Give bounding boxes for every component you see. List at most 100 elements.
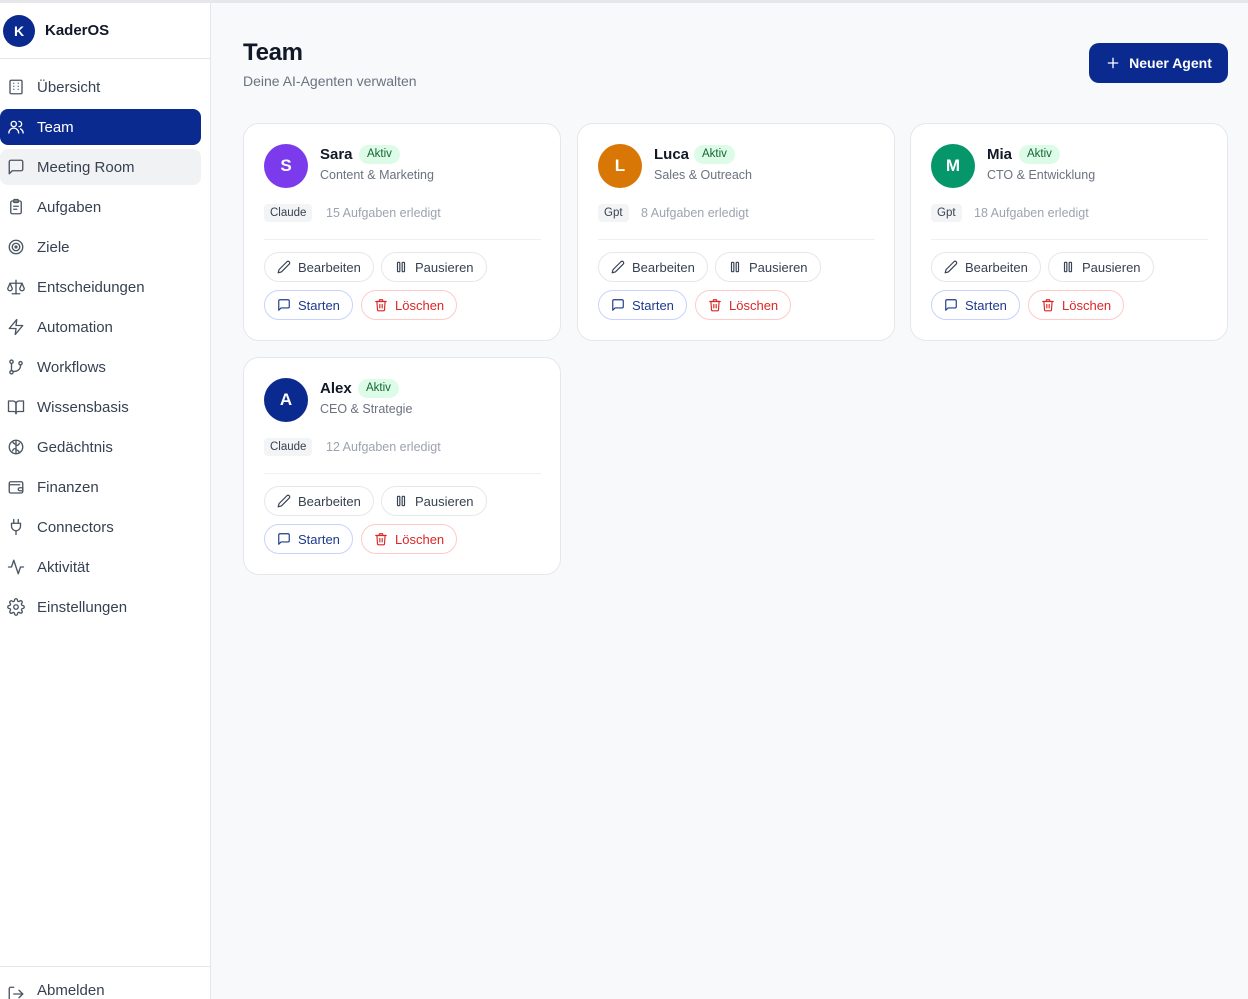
new-agent-button[interactable]: Neuer Agent [1089, 43, 1228, 83]
tasks-completed: 12 Aufgaben erledigt [326, 440, 441, 454]
pause-button[interactable]: Pausieren [715, 252, 821, 282]
pause-button[interactable]: Pausieren [381, 486, 487, 516]
edit-label: Bearbeiten [965, 259, 1028, 275]
sidebar: K KaderOS Übersicht Team Meeting Room Aufga… [0, 3, 211, 999]
pause-button[interactable]: Pausieren [381, 252, 487, 282]
sidebar-item-label: Wissensbasis [37, 398, 129, 416]
sidebar-item-label: Übersicht [37, 78, 101, 96]
sidebar-item-entscheidungen[interactable]: Entscheidungen [0, 269, 201, 305]
message-square-icon [7, 158, 25, 176]
git-branch-icon [7, 358, 25, 376]
sidebar-item-label: Meeting Room [37, 158, 135, 176]
edit-label: Bearbeiten [632, 259, 695, 275]
sidebar-item-team[interactable]: Team [0, 109, 201, 145]
new-agent-label: Neuer Agent [1129, 55, 1212, 71]
sidebar-item-einstellungen[interactable]: Einstellungen [0, 589, 201, 625]
message-square-icon [277, 532, 291, 546]
pause-label: Pausieren [749, 259, 808, 275]
delete-label: Löschen [395, 297, 445, 313]
pause-label: Pausieren [415, 493, 474, 509]
agent-card: A Alex Aktiv CEO & Strategie Claude 12 Aufgab… [243, 357, 561, 575]
agent-role: Sales & Outreach [654, 168, 752, 182]
model-badge: Claude [264, 204, 313, 222]
message-square-icon [611, 298, 625, 312]
sidebar-item-label: Aufgaben [37, 198, 102, 216]
brand[interactable]: K KaderOS [0, 3, 210, 59]
trash-icon [1041, 298, 1055, 312]
gear-icon [7, 598, 25, 616]
agent-card: M Mia Aktiv CTO & Entwicklung Gpt 18 Aufgaben… [910, 123, 1228, 341]
delete-button[interactable]: Löschen [1028, 290, 1125, 320]
start-button[interactable]: Starten [264, 290, 353, 320]
pause-button[interactable]: Pausieren [1048, 252, 1154, 282]
sidebar-item-wissensbasis[interactable]: Wissensbasis [0, 389, 201, 425]
trash-icon [374, 532, 388, 546]
card-divider [931, 239, 1208, 240]
users-icon [7, 118, 25, 136]
sidebar-item-aufgaben[interactable]: Aufgaben [0, 189, 201, 225]
pause-label: Pausieren [415, 259, 474, 275]
sidebar-item-finanzen[interactable]: Finanzen [0, 469, 201, 505]
pause-icon [728, 260, 742, 274]
edit-button[interactable]: Bearbeiten [264, 252, 374, 282]
agent-avatar: M [931, 144, 975, 188]
edit-button[interactable]: Bearbeiten [598, 252, 708, 282]
card-divider [598, 239, 875, 240]
delete-label: Löschen [729, 297, 779, 313]
agent-avatar: A [264, 378, 308, 422]
pencil-icon [611, 260, 625, 274]
model-badge: Gpt [931, 204, 962, 222]
delete-label: Löschen [395, 531, 445, 547]
agent-name: Sara [320, 146, 353, 163]
start-button[interactable]: Starten [264, 524, 353, 554]
building-icon [7, 78, 25, 96]
sidebar-item-label: Team [37, 118, 74, 136]
sidebar-item-aktivität[interactable]: Aktivität [0, 549, 201, 585]
zap-icon [7, 318, 25, 336]
sidebar-item-automation[interactable]: Automation [0, 309, 201, 345]
message-square-icon [944, 298, 958, 312]
model-badge: Claude [264, 438, 313, 456]
page-title: Team [243, 39, 303, 66]
pencil-icon [944, 260, 958, 274]
sidebar-item-ziele[interactable]: Ziele [0, 229, 201, 265]
delete-label: Löschen [1062, 297, 1112, 313]
agent-avatar: L [598, 144, 642, 188]
model-badge: Gpt [598, 204, 629, 222]
edit-button[interactable]: Bearbeiten [931, 252, 1041, 282]
delete-button[interactable]: Löschen [695, 290, 792, 320]
delete-button[interactable]: Löschen [361, 290, 458, 320]
sidebar-item-übersicht[interactable]: Übersicht [0, 69, 201, 105]
sidebar-item-label: Ziele [37, 238, 70, 256]
scale-icon [7, 278, 25, 296]
sidebar-item-label: Connectors [37, 518, 114, 536]
page-subtitle: Deine AI-Agenten verwalten [243, 73, 417, 89]
message-square-icon [277, 298, 291, 312]
sidebar-item-label: Aktivität [37, 558, 90, 576]
start-button[interactable]: Starten [931, 290, 1020, 320]
trash-icon [374, 298, 388, 312]
trash-icon [708, 298, 722, 312]
agent-card: S Sara Aktiv Content & Marketing Claude 15 Au… [243, 123, 561, 341]
plus-icon [1107, 57, 1119, 69]
sidebar-item-label: Einstellungen [37, 598, 128, 616]
sidebar-item-gedächtnis[interactable]: Gedächtnis [0, 429, 201, 465]
status-badge: Aktiv [358, 379, 399, 398]
main-content: Team Deine AI-Agenten verwalten Neuer Ag… [211, 3, 1248, 999]
start-button[interactable]: Starten [598, 290, 687, 320]
status-badge: Aktiv [694, 145, 735, 164]
brand-logo: K [3, 14, 35, 47]
card-divider [264, 239, 541, 240]
edit-button[interactable]: Bearbeiten [264, 486, 374, 516]
sidebar-item-workflows[interactable]: Workflows [0, 349, 201, 385]
logout-button[interactable]: Abmelden [0, 966, 210, 999]
delete-button[interactable]: Löschen [361, 524, 458, 554]
logout-label: Abmelden [37, 982, 105, 999]
pencil-icon [277, 260, 291, 274]
sidebar-item-connectors[interactable]: Connectors [0, 509, 201, 545]
tasks-completed: 18 Aufgaben erledigt [974, 206, 1089, 220]
pencil-icon [277, 494, 291, 508]
sidebar-item-label: Entscheidungen [37, 278, 145, 296]
sidebar-item-meeting-room[interactable]: Meeting Room [0, 149, 201, 185]
activity-icon [7, 558, 25, 576]
